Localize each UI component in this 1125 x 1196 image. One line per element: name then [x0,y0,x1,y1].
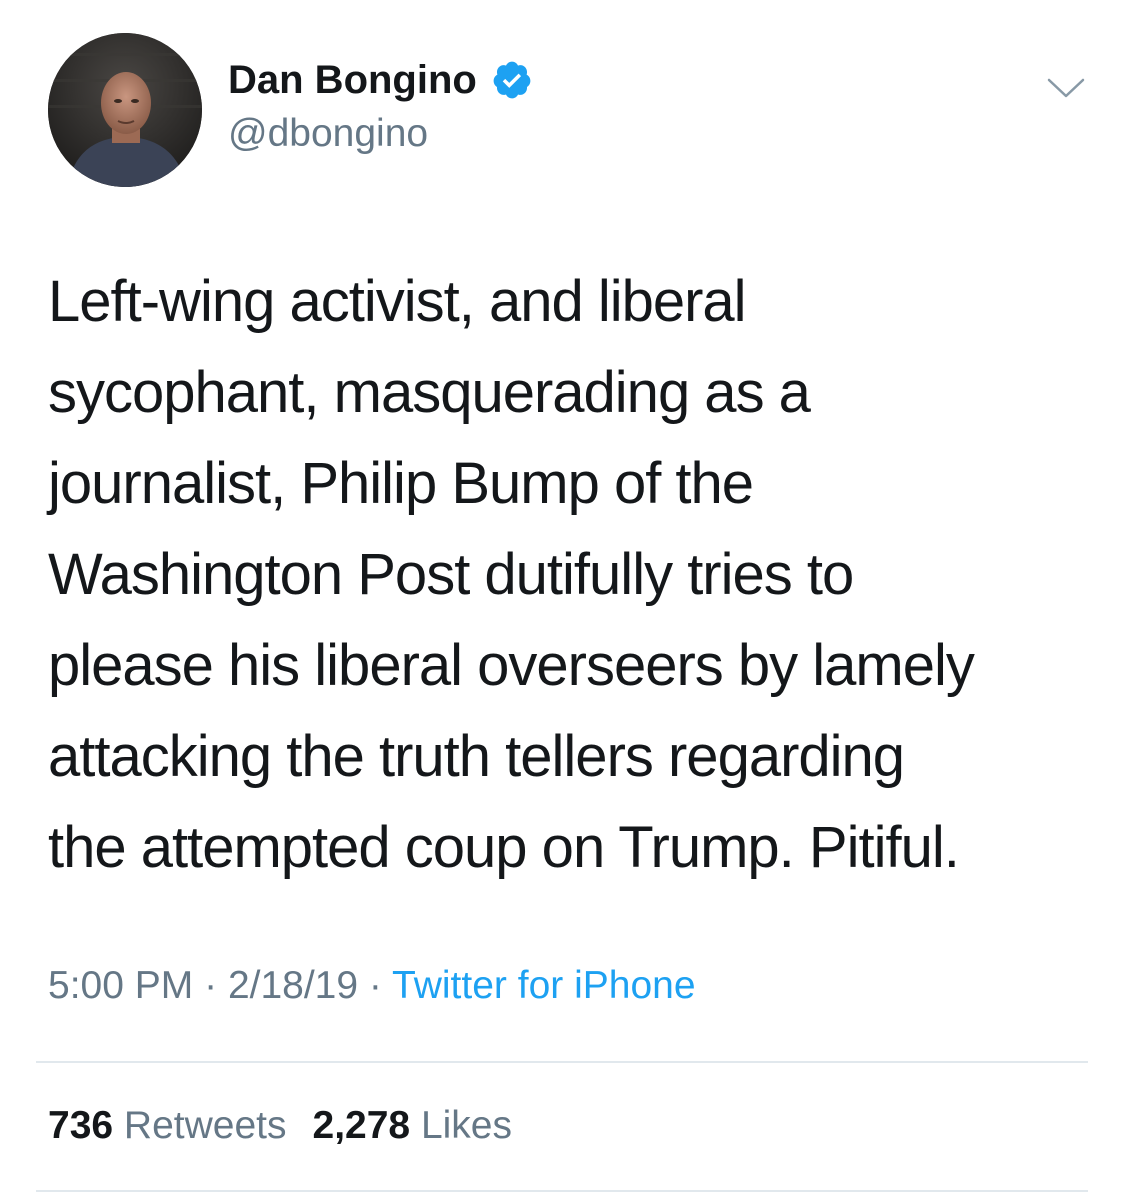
tweet-line: attacking the truth tellers regarding [48,724,905,789]
tweet-meta: 5:00 PM · 2/18/19 · Twitter for iPhone [48,964,696,1008]
tweet-text: Left-wing activist, and liberal sycophan… [48,256,1088,893]
tweet-date[interactable]: 2/18/19 [228,964,358,1007]
retweets-label: Retweets [123,1104,287,1147]
handle[interactable]: @dbongino [228,112,428,156]
tweet-source-link[interactable]: Twitter for iPhone [392,964,695,1007]
likes-stat[interactable]: 2,278 Likes [313,1104,513,1147]
display-name[interactable]: Dan Bongino [228,58,477,103]
verified-badge-icon [493,61,531,99]
tweet-line: sycophant, masquerading as a [48,360,811,425]
divider [36,1061,1088,1063]
tweet-line: Washington Post dutifully tries to [48,542,854,607]
tweet-line: the attempted coup on Trump. Pitiful. [48,815,960,880]
meta-separator: · [204,964,218,1007]
author-name-row[interactable]: Dan Bongino [228,56,533,104]
tweet-line: please his liberal overseers by lamely [48,633,975,698]
tweet-time[interactable]: 5:00 PM [48,964,193,1007]
avatar[interactable] [48,33,202,187]
meta-separator: · [368,964,382,1007]
retweets-count: 736 [48,1104,114,1147]
tweet-card: Dan Bongino @dbongino Left-wing activist… [0,0,1125,1196]
divider [36,1190,1088,1192]
tweet-line: journalist, Philip Bump of the [48,451,754,516]
chevron-down-icon[interactable] [1046,76,1086,100]
tweet-stats: 736 Retweets 2,278 Likes [48,1104,512,1148]
retweets-stat[interactable]: 736 Retweets [48,1104,287,1147]
likes-label: Likes [420,1104,512,1147]
avatar-photo [48,33,202,187]
likes-count: 2,278 [312,1104,411,1147]
tweet-line: Left-wing activist, and liberal [48,269,747,334]
